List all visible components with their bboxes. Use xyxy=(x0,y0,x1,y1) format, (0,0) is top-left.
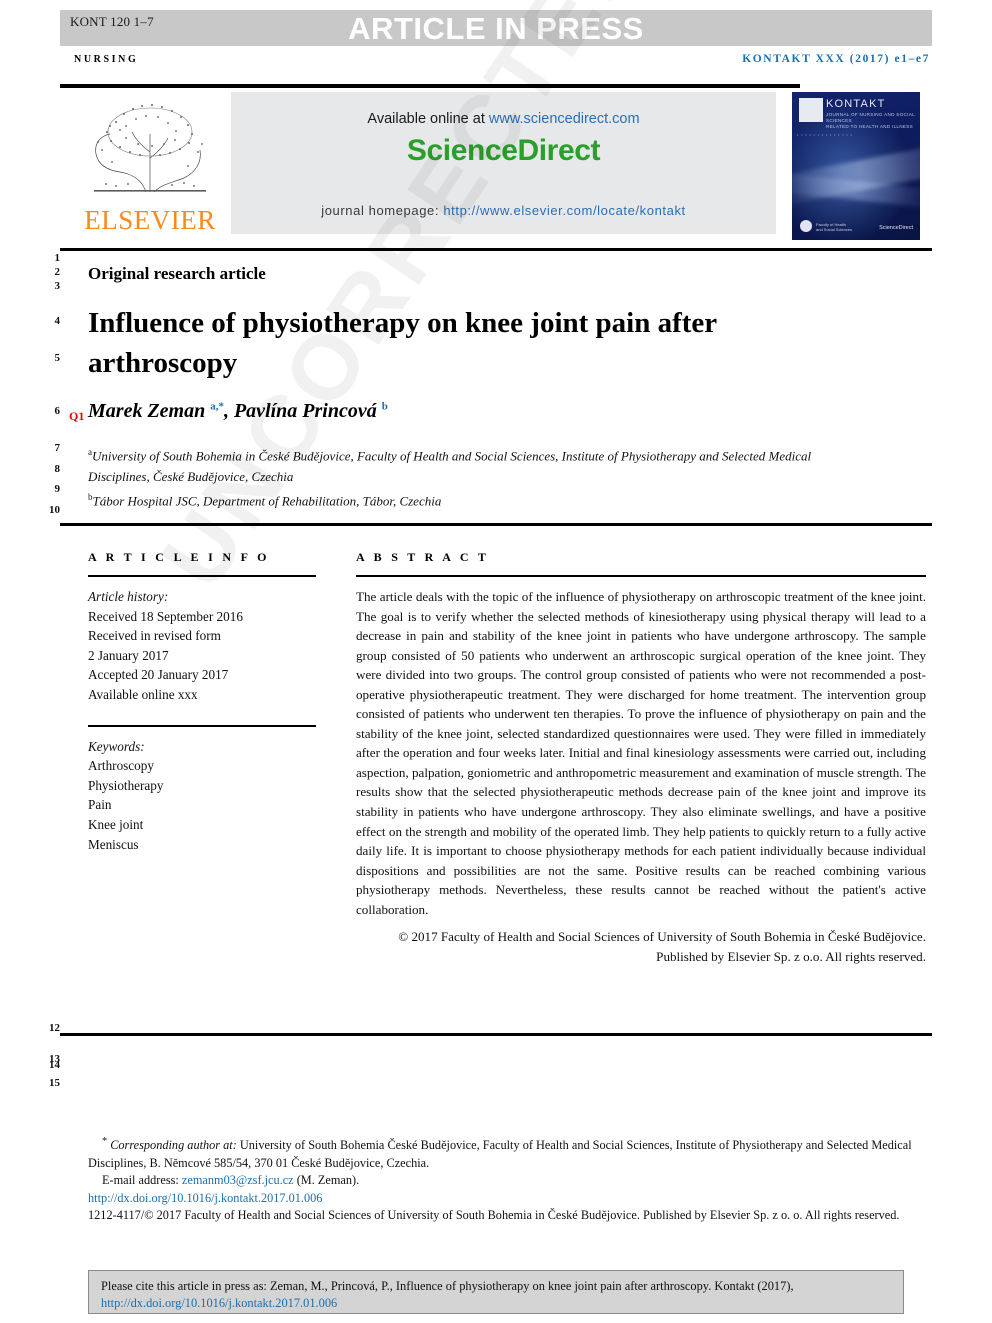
corresponding-author-label: Corresponding author at: xyxy=(110,1138,237,1153)
article-history-label: Article history: xyxy=(88,589,169,604)
article-history-item: Received 18 September 2016 xyxy=(88,608,243,624)
affiliation-a-text: University of South Bohemia in České Bud… xyxy=(88,448,812,484)
cover-university-seal-icon xyxy=(799,98,823,122)
issn-copyright-note: 1212-4117/© 2017 Faculty of Health and S… xyxy=(88,1208,900,1223)
running-head-left: NURSING xyxy=(74,54,139,65)
line-number: 8 xyxy=(54,463,61,475)
keyword-item: Physiotherapy xyxy=(88,777,164,793)
abstract-top-rule xyxy=(60,523,932,526)
abstract-body: The article deals with the topic of the … xyxy=(356,589,926,917)
journal-homepage-link[interactable]: http://www.elsevier.com/locate/kontakt xyxy=(443,203,685,218)
line-number: 9 xyxy=(54,483,61,495)
line-number: 2 xyxy=(54,266,61,278)
doi-note: http://dx.doi.org/10.1016/j.kontakt.2017… xyxy=(88,1190,928,1208)
article-history-item: Accepted 20 January 2017 xyxy=(88,667,229,683)
line-number: 15 xyxy=(49,1077,60,1089)
line-number: 4 xyxy=(54,315,61,327)
line-number: 3 xyxy=(54,280,61,292)
keywords-rule xyxy=(88,724,316,727)
journal-homepage-line: journal homepage: http://www.elsevier.co… xyxy=(231,203,776,218)
sciencedirect-wordmark: ScienceDirect xyxy=(406,134,601,167)
keyword-item: Pain xyxy=(88,797,112,813)
abstract-copyright: © 2017 Faculty of Health and Social Scie… xyxy=(398,929,926,964)
affiliation-list: aUniversity of South Bohemia in České Bu… xyxy=(88,442,828,512)
cover-topic-strip: • • • • • • • • • • • • • • xyxy=(797,132,853,137)
abstract-column: A B S T R A C T The article deals with t… xyxy=(356,550,926,966)
affiliation-a: aUniversity of South Bohemia in České Bu… xyxy=(88,447,812,484)
cite-doi-link[interactable]: http://dx.doi.org/10.1016/j.kontakt.2017… xyxy=(101,1296,337,1310)
query-marker-q1[interactable]: Q1 xyxy=(69,409,84,424)
elsevier-tree-icon xyxy=(94,103,206,193)
line-number: 10 xyxy=(49,504,60,516)
cover-publisher-icon xyxy=(800,220,812,232)
keywords-label: Keywords: xyxy=(88,738,145,754)
abstract-heading: A B S T R A C T xyxy=(356,550,490,564)
available-online-prefix: Available online at xyxy=(367,111,489,127)
cover-sciencedirect-mark: ScienceDirect xyxy=(879,225,913,231)
journal-homepage-prefix: journal homepage: xyxy=(321,203,444,218)
article-info-column: A R T I C L E I N F O Article history: R… xyxy=(88,550,316,854)
email-note: E-mail address: zemanm03@zsf.jcu.cz (M. … xyxy=(88,1172,928,1190)
cite-sentence: Please cite this article in press as: Ze… xyxy=(101,1279,794,1293)
article-info-heading: A R T I C L E I N F O xyxy=(88,550,270,564)
elsevier-wordmark: ELSEVIER xyxy=(84,205,216,235)
cover-footer-text: Faculty of Health and Social Sciences xyxy=(816,222,853,232)
doi-link[interactable]: http://dx.doi.org/10.1016/j.kontakt.2017… xyxy=(88,1191,322,1205)
masthead-top-rule xyxy=(60,84,800,88)
affiliation-b-text: Tábor Hospital JSC, Department of Rehabi… xyxy=(92,493,442,509)
header-separator-rule xyxy=(60,248,932,251)
cite-this-article-text: Please cite this article in press as: Ze… xyxy=(101,1278,893,1312)
running-head-right: KONTAKT XXX (2017) e1–e7 xyxy=(742,53,930,65)
keyword-item: Arthroscopy xyxy=(88,758,154,774)
elsevier-logo: ELSEVIER xyxy=(76,92,224,240)
asterisk-icon: * xyxy=(102,1136,108,1147)
article-history-item: Received in revised form xyxy=(88,628,221,644)
keyword-item: Knee joint xyxy=(88,816,144,832)
author-list: Marek Zeman a,*, Pavlína Princová b xyxy=(88,400,388,422)
article-in-press-label: ARTICLE IN PRESS xyxy=(348,11,644,46)
article-in-press-banner: KONT 120 1–7 ARTICLE IN PRESS xyxy=(60,10,932,46)
line-number: 14 xyxy=(49,1059,60,1071)
cite-this-article-box: Please cite this article in press as: Ze… xyxy=(88,1270,904,1314)
cover-journal-subtitle: JOURNAL OF NURSING AND SOCIAL SCIENCES RE… xyxy=(826,112,915,129)
abstract-bottom-rule xyxy=(60,1033,932,1036)
email-link[interactable]: zemanm03@zsf.jcu.cz xyxy=(182,1173,294,1187)
page-title: Influence of physiotherapy on knee joint… xyxy=(88,307,717,379)
line-number: 7 xyxy=(54,442,61,454)
affiliation-b: bTábor Hospital JSC, Department of Rehab… xyxy=(88,492,442,509)
corresponding-author-note: * Corresponding author at: University of… xyxy=(88,1133,928,1172)
sciencedirect-box: Available online at www.sciencedirect.co… xyxy=(231,92,776,234)
article-history-item: 2 January 2017 xyxy=(88,647,169,663)
footnote-block: * Corresponding author at: University of… xyxy=(88,1133,928,1225)
article-info-rule xyxy=(88,575,316,577)
line-number: 12 xyxy=(49,1022,60,1034)
journal-masthead: ELSEVIER Available online at www.science… xyxy=(60,84,932,240)
email-label: E-mail address: xyxy=(102,1173,179,1188)
abstract-rule xyxy=(356,575,926,577)
article-history-item: Available online xxx xyxy=(88,686,198,702)
email-suffix: (M. Zeman). xyxy=(293,1173,360,1188)
cover-journal-title: KONTAKT xyxy=(826,98,886,110)
journal-cover-thumbnail: KONTAKT JOURNAL OF NURSING AND SOCIAL SC… xyxy=(792,92,920,240)
keyword-item: Meniscus xyxy=(88,836,139,852)
line-number: 6 xyxy=(54,405,61,417)
line-number: 1 xyxy=(54,252,61,264)
article-type-kicker: Original research article xyxy=(88,264,266,283)
available-online-line: Available online at www.sciencedirect.co… xyxy=(231,111,776,127)
line-number: 5 xyxy=(54,352,61,364)
sciencedirect-url-link[interactable]: www.sciencedirect.com xyxy=(489,111,640,127)
